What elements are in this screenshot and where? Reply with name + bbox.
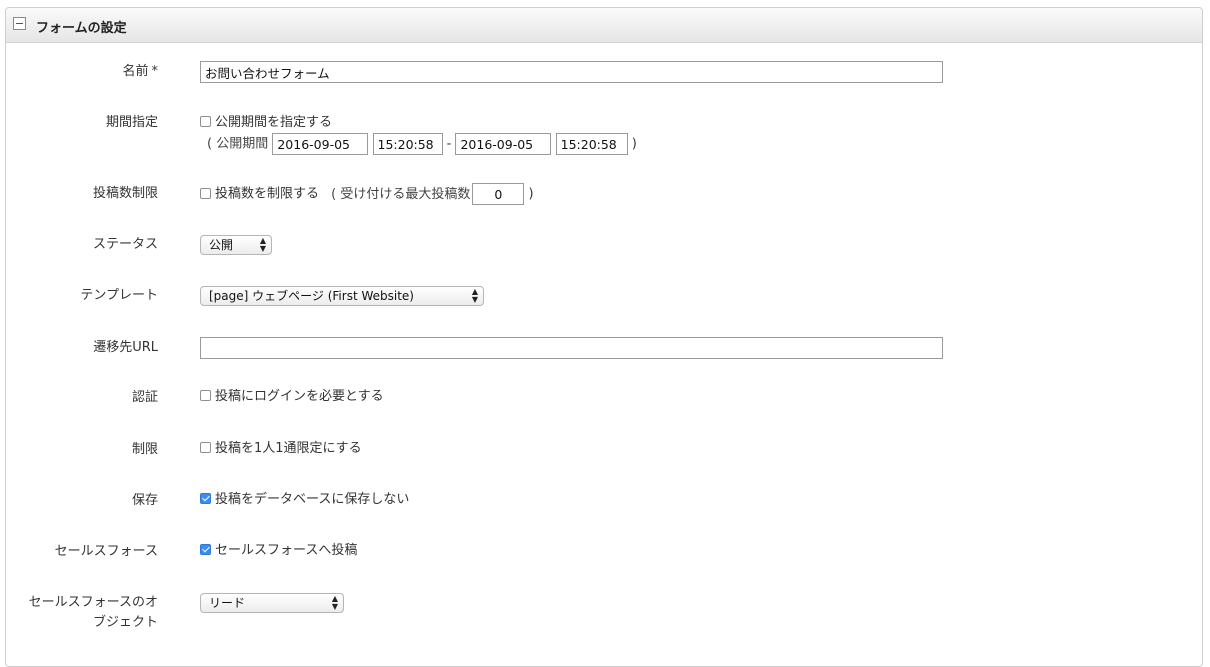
panel-title: フォームの設定: [36, 21, 127, 36]
salesforce-checkbox[interactable]: [200, 544, 211, 555]
restriction-checkbox-row[interactable]: 投稿を1人1通限定にする: [200, 439, 362, 459]
chevron-updown-icon: ▲ ▼: [471, 287, 478, 304]
auth-checkbox-row[interactable]: 投稿にログインを必要とする: [200, 387, 384, 407]
period-checkbox-row[interactable]: 公開期間を指定する: [200, 113, 332, 133]
restriction-checkbox-label: 投稿を1人1通限定にする: [215, 441, 362, 456]
post-limit-prefix: ( 受け付ける最大投稿数: [331, 186, 471, 202]
collapse-icon[interactable]: [13, 17, 26, 30]
period-prefix: ( 公開期間: [207, 136, 269, 152]
chevron-updown-icon: ▲ ▼: [331, 594, 338, 611]
post-limit-checkbox-label: 投稿数を制限する: [215, 186, 320, 202]
salesforce-checkbox-label: セールスフォースへ投稿: [215, 543, 358, 558]
status-label: ステータス: [92, 237, 158, 252]
salesforce-checkbox-row[interactable]: セールスフォースへ投稿: [200, 541, 357, 561]
end-date-input[interactable]: [455, 133, 552, 155]
post-limit-label: 投稿数制限: [92, 186, 158, 201]
save-label: 保存: [131, 493, 158, 508]
post-limit-checkbox[interactable]: [200, 187, 211, 199]
chevron-updown-icon: ▲ ▼: [259, 236, 266, 253]
salesforce-object-select-value: リード: [209, 596, 246, 610]
period-label: 期間指定: [105, 115, 158, 130]
auth-checkbox[interactable]: [200, 390, 211, 401]
period-separator: -: [446, 136, 452, 152]
start-time-input[interactable]: [372, 133, 443, 155]
save-checkbox-row[interactable]: 投稿をデータベースに保存しない: [200, 490, 409, 510]
restriction-label: 制限: [131, 442, 158, 457]
salesforce-object-label-line2: ブジェクト: [92, 615, 158, 630]
max-posts-input[interactable]: [472, 183, 525, 205]
salesforce-object-label: セールスフォースのオ ブジェクト: [29, 593, 158, 633]
auth-checkbox-label: 投稿にログインを必要とする: [215, 389, 384, 404]
save-checkbox-label: 投稿をデータベースに保存しない: [215, 492, 410, 507]
salesforce-object-label-line1: セールスフォースのオ: [28, 595, 158, 610]
name-input[interactable]: [200, 61, 943, 83]
status-select-value: 公開: [209, 238, 234, 252]
period-checkbox-label: 公開期間を指定する: [215, 115, 333, 130]
salesforce-label: セールスフォース: [54, 544, 158, 559]
template-label: テンプレート: [80, 288, 158, 303]
save-checkbox[interactable]: [200, 493, 211, 504]
auth-label: 認証: [131, 390, 158, 405]
restriction-checkbox[interactable]: [200, 442, 211, 453]
start-date-input[interactable]: [272, 133, 369, 155]
template-select[interactable]: [page] ウェブページ (First Website) ▲ ▼: [200, 286, 484, 306]
template-select-value: [page] ウェブページ (First Website): [209, 289, 414, 303]
post-limit-suffix: ): [528, 186, 534, 202]
redirect-url-label: 遷移先URL: [93, 340, 158, 355]
name-label: 名前 *: [122, 64, 159, 79]
panel-header[interactable]: フォームの設定: [6, 8, 1202, 43]
salesforce-object-select[interactable]: リード ▲ ▼: [200, 593, 344, 613]
end-time-input[interactable]: [555, 133, 628, 155]
status-select[interactable]: 公開 ▲ ▼: [200, 235, 272, 255]
period-checkbox[interactable]: [200, 116, 211, 127]
redirect-url-input[interactable]: [200, 337, 943, 359]
period-suffix: ): [631, 136, 637, 152]
required-mark: *: [151, 64, 159, 79]
